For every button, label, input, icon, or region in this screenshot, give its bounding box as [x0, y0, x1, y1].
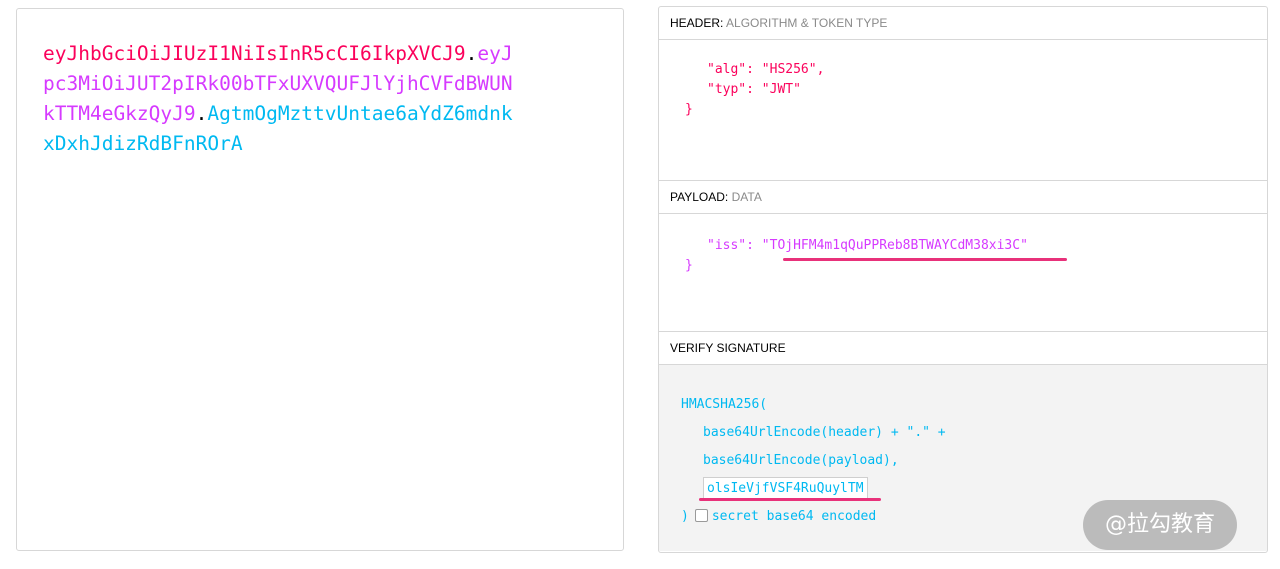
header-close-brace: }	[685, 102, 693, 117]
base64-header-line: base64UrlEncode(header) + "." +	[703, 425, 946, 440]
encoded-payload-part: eyJ	[477, 42, 513, 65]
encoded-signature-part: AgtmOgMzttvUntae6aYdZ6mdnk	[207, 102, 513, 125]
decoded-panel: HEADER: ALGORITHM & TOKEN TYPE "alg": "H…	[658, 6, 1268, 553]
encoded-line-2: pc3MiOiJUT2pIRk00bTFxUXVQUFJlYjhCVFdBWUN	[43, 72, 513, 95]
signature-title: VERIFY SIGNATURE	[670, 341, 786, 355]
watermark-logo: @拉勾教育	[1083, 500, 1237, 550]
header-title: HEADER:	[670, 16, 724, 30]
payload-iss-line: "iss": "TOjHFM4m1qQuPPReb8BTWAYCdM38xi3C…	[685, 236, 1267, 256]
header-typ-line: "typ": "JWT"	[707, 82, 801, 97]
payload-iss-key: "iss":	[707, 238, 762, 253]
base64-encoded-checkbox[interactable]	[694, 509, 708, 522]
checkbox-label: secret base64 encoded	[711, 509, 877, 524]
payload-json-editor[interactable]: "iss": "TOjHFM4m1qQuPPReb8BTWAYCdM38xi3C…	[659, 214, 1267, 332]
encoded-dot: .	[195, 102, 208, 125]
payload-iss-value: "TOjHFM4m1qQuPPReb8BTWAYCdM38xi3C"	[761, 238, 1028, 253]
encoded-line-4: xDxhJdizRdBFnROrA	[43, 132, 243, 155]
header-subtitle: ALGORITHM & TOKEN TYPE	[726, 16, 888, 30]
header-alg-line: "alg": "HS256",	[707, 62, 825, 77]
base64-payload-line: base64UrlEncode(payload),	[703, 453, 899, 468]
payload-section-title: PAYLOAD: DATA	[659, 181, 1267, 214]
header-json-editor[interactable]: "alg": "HS256", "typ": "JWT" }	[659, 40, 1267, 181]
header-section-title: HEADER: ALGORITHM & TOKEN TYPE	[659, 7, 1267, 40]
signature-close-paren: )	[681, 509, 689, 524]
payload-title: PAYLOAD:	[670, 190, 729, 204]
encoded-header-part: eyJhbGciOiJIUzI1NiIsInR5cCI6IkpXVCJ9	[43, 42, 466, 65]
encoded-token-panel[interactable]: eyJhbGciOiJIUzI1NiIsInR5cCI6IkpXVCJ9.eyJ…	[16, 8, 624, 551]
payload-subtitle: DATA	[731, 190, 762, 204]
encoded-line-3: kTTM4eGkzQyJ9.AgtmOgMzttvUntae6aYdZ6mdnk	[43, 99, 599, 129]
encoded-line-1: eyJhbGciOiJIUzI1NiIsInR5cCI6IkpXVCJ9.eyJ	[43, 39, 599, 69]
encoded-dot: .	[465, 42, 478, 65]
signature-section-title: VERIFY SIGNATURE	[659, 332, 1267, 365]
secret-highlight-underline	[699, 498, 881, 501]
iss-highlight-underline	[783, 258, 1067, 261]
encoded-payload-part: kTTM4eGkzQyJ9	[43, 102, 196, 125]
hmac-function: HMACSHA256(	[681, 397, 768, 412]
